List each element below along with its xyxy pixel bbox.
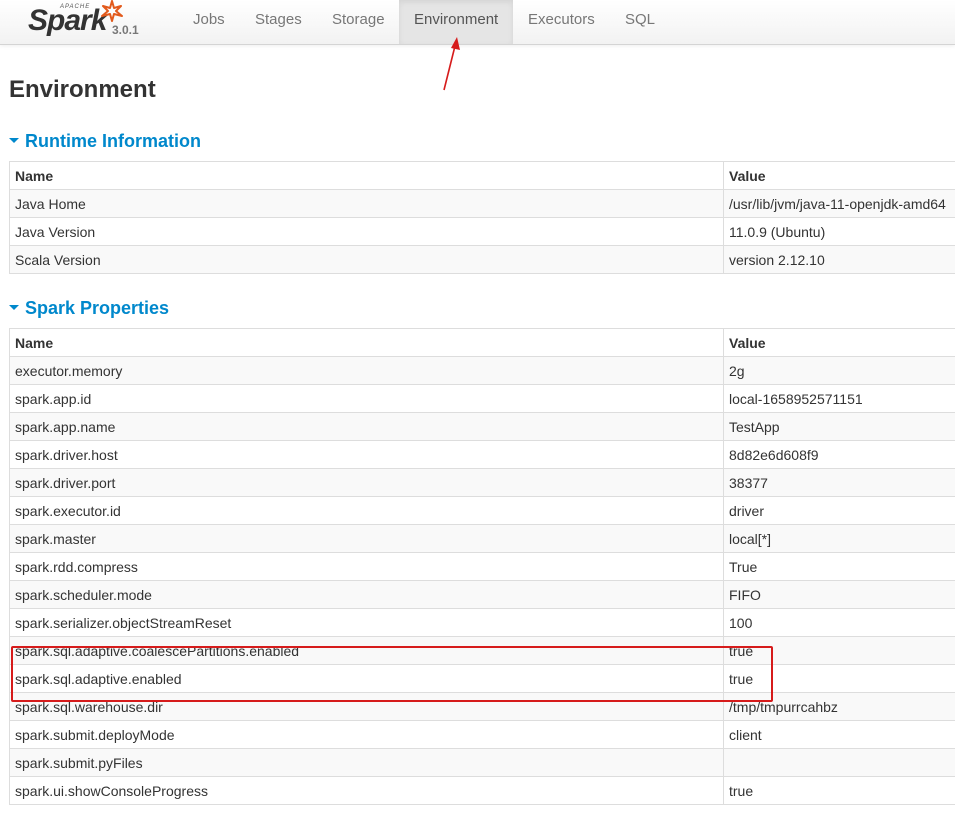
- table-row: spark.app.id local-1658952571151: [9, 384, 955, 413]
- page-title: Environment: [9, 76, 156, 103]
- col-header-name[interactable]: Name: [9, 161, 724, 190]
- annotation-arrow-icon: [443, 37, 460, 91]
- row-name: spark.submit.pyFiles: [9, 748, 724, 777]
- tab-storage[interactable]: Storage: [317, 0, 400, 44]
- table-row: spark.driver.host 8d82e6d608f9: [9, 440, 955, 469]
- table-row: spark.rdd.compress True: [9, 552, 955, 581]
- row-value: version 2.12.10: [723, 245, 955, 274]
- runtime-info-toggle[interactable]: Runtime Information: [9, 131, 201, 152]
- row-name: spark.rdd.compress: [9, 552, 724, 581]
- row-value: [723, 748, 955, 777]
- row-name: spark.ui.showConsoleProgress: [9, 776, 724, 805]
- row-value: 38377: [723, 468, 955, 497]
- row-value: FIFO: [723, 580, 955, 609]
- table-row: spark.submit.deployMode client: [9, 720, 955, 749]
- spark-properties-title: Spark Properties: [25, 298, 170, 318]
- spark-properties-table: Name Value executor.memory 2g spark.app.i…: [9, 328, 955, 805]
- table-row: spark.app.name TestApp: [9, 412, 955, 441]
- row-value: true: [723, 776, 955, 805]
- spark-version: 3.0.1: [112, 23, 139, 37]
- row-name: spark.driver.port: [9, 468, 724, 497]
- runtime-info-title: Runtime Information: [25, 131, 201, 151]
- row-name: Java Home: [9, 189, 724, 218]
- table-header-row: Name Value: [9, 328, 955, 357]
- table-row: spark.scheduler.mode FIFO: [9, 580, 955, 609]
- row-name: spark.serializer.objectStreamReset: [9, 608, 724, 637]
- spark-properties-toggle[interactable]: Spark Properties: [9, 298, 169, 319]
- tab-executors[interactable]: Executors: [513, 0, 610, 44]
- tab-jobs[interactable]: Jobs: [178, 0, 240, 44]
- row-value: 2g: [723, 356, 955, 385]
- row-name: spark.scheduler.mode: [9, 580, 724, 609]
- col-header-value[interactable]: Value: [723, 161, 955, 190]
- row-name: Scala Version: [9, 245, 724, 274]
- row-value: local[*]: [723, 524, 955, 553]
- table-row: executor.memory 2g: [9, 356, 955, 385]
- spark-logo[interactable]: APACHE Spark: [26, 0, 146, 44]
- caret-down-icon: [9, 304, 19, 310]
- table-row: spark.executor.id driver: [9, 496, 955, 525]
- row-value: True: [723, 552, 955, 581]
- col-header-name[interactable]: Name: [9, 328, 724, 357]
- row-name: spark.executor.id: [9, 496, 724, 525]
- table-row: spark.serializer.objectStreamReset 100: [9, 608, 955, 637]
- row-value: 100: [723, 608, 955, 637]
- row-name: spark.submit.deployMode: [9, 720, 724, 749]
- table-header-row: Name Value: [9, 161, 955, 190]
- table-row: Java Home /usr/lib/jvm/java-11-openjdk-a…: [9, 189, 955, 218]
- runtime-info-table: Name Value Java Home /usr/lib/jvm/java-1…: [9, 161, 955, 274]
- table-row: spark.master local[*]: [9, 524, 955, 553]
- table-row: spark.ui.showConsoleProgress true: [9, 776, 955, 805]
- table-row: Java Version 11.0.9 (Ubuntu): [9, 217, 955, 246]
- row-value: local-1658952571151: [723, 384, 955, 413]
- row-value: 8d82e6d608f9: [723, 440, 955, 469]
- logo-spark-text: Spark: [28, 4, 107, 37]
- row-value: client: [723, 720, 955, 749]
- top-navbar: APACHE Spark 3.0.1 Jobs Stages Storage E…: [0, 0, 955, 45]
- row-value: driver: [723, 496, 955, 525]
- row-name: Java Version: [9, 217, 724, 246]
- table-row: spark.submit.pyFiles: [9, 748, 955, 777]
- spark-star-icon: [101, 0, 123, 22]
- caret-down-icon: [9, 137, 19, 143]
- annotation-highlight-box: [11, 646, 773, 702]
- table-row: spark.driver.port 38377: [9, 468, 955, 497]
- row-name: spark.app.id: [9, 384, 724, 413]
- row-name: spark.driver.host: [9, 440, 724, 469]
- row-name: spark.app.name: [9, 412, 724, 441]
- tab-stages[interactable]: Stages: [240, 0, 317, 44]
- tab-sql[interactable]: SQL: [610, 0, 670, 44]
- row-name: spark.master: [9, 524, 724, 553]
- table-row: Scala Version version 2.12.10: [9, 245, 955, 274]
- row-value: TestApp: [723, 412, 955, 441]
- col-header-value[interactable]: Value: [723, 328, 955, 357]
- row-value: /usr/lib/jvm/java-11-openjdk-amd64: [723, 189, 955, 218]
- row-name: executor.memory: [9, 356, 724, 385]
- row-value: 11.0.9 (Ubuntu): [723, 217, 955, 246]
